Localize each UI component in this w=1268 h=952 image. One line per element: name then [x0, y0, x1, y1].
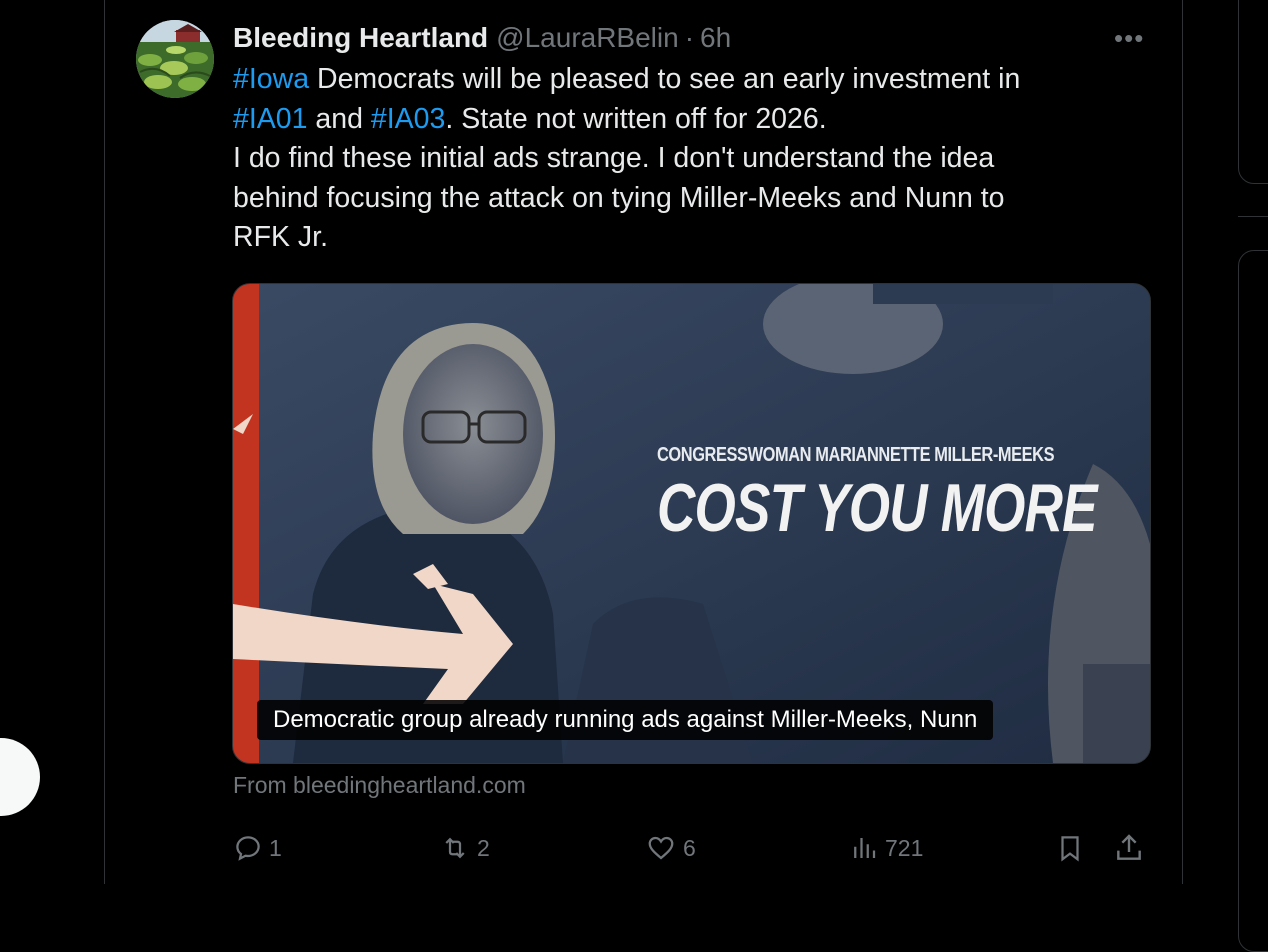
reply-icon	[236, 836, 260, 861]
text-segment: Democrats will be pleased to see an earl…	[309, 63, 1021, 95]
floating-action-button[interactable]	[0, 738, 40, 816]
more-icon[interactable]: •••	[1114, 24, 1150, 52]
avatar[interactable]	[136, 20, 214, 98]
tweet-text-line-3: I do find these initial ads strange. I d…	[233, 142, 995, 174]
tweet-text-line-5: RFK Jr.	[233, 221, 329, 253]
author-handle[interactable]: @LauraRBelin	[496, 22, 679, 54]
tweet-actions: 1 2 6 721	[233, 828, 1153, 872]
right-sidebar-separator	[1238, 216, 1268, 217]
reply-count: 1	[269, 834, 282, 861]
left-column-divider	[104, 0, 105, 884]
view-count: 721	[885, 834, 924, 861]
tweet-timestamp[interactable]: 6h	[700, 22, 731, 54]
share-icon	[1117, 834, 1141, 860]
separator-dot: ·	[684, 22, 695, 53]
right-column-divider	[1182, 0, 1183, 884]
views-button[interactable]: 721	[849, 828, 923, 868]
text-segment: . State not written off for 2026.	[445, 102, 827, 135]
video-card[interactable]: CONGRESSWOMAN MARIANNETTE MILLER-MEEKS C…	[232, 283, 1151, 764]
tweet-text-line-4: behind focusing the attack on tying Mill…	[233, 181, 1005, 214]
video-overlay-subtitle: CONGRESSWOMAN MARIANNETTE MILLER-MEEKS	[657, 444, 1055, 466]
repost-count: 2	[477, 834, 490, 861]
hashtag-iowa[interactable]: #Iowa	[233, 63, 309, 95]
tweet-text-line-1: #Iowa Democrats will be pleased to see a…	[233, 60, 1153, 100]
link-source[interactable]: From bleedingheartland.com	[233, 772, 526, 799]
right-sidebar-card	[1238, 0, 1268, 184]
like-count: 6	[683, 834, 696, 861]
repost-button[interactable]: 2	[439, 828, 490, 868]
tweet-text-line-2: #IA01 and #IA03. State not written off f…	[233, 100, 1153, 140]
tweet-header: Bleeding Heartland @LauraRBelin · 6h	[233, 18, 731, 58]
reply-button[interactable]: 1	[233, 828, 282, 868]
hashtag-ia01[interactable]: #IA01	[233, 103, 307, 135]
share-button[interactable]	[1113, 828, 1145, 868]
heart-icon	[648, 836, 674, 860]
tweet-text: #Iowa Democrats will be pleased to see a…	[233, 60, 1153, 258]
right-sidebar-card-2	[1238, 250, 1268, 952]
hashtag-ia03[interactable]: #IA03	[371, 103, 445, 135]
bar-chart-icon	[854, 838, 876, 858]
text-segment: and	[307, 102, 371, 135]
like-button[interactable]: 6	[645, 828, 696, 868]
bookmark-button[interactable]	[1055, 828, 1085, 868]
video-overlay-title: COST YOU MORE	[657, 470, 1098, 546]
repost-icon	[445, 837, 465, 859]
link-card-title[interactable]: Democratic group already running ads aga…	[257, 700, 994, 740]
author-name[interactable]: Bleeding Heartland	[233, 22, 488, 54]
bookmark-icon	[1061, 836, 1079, 862]
